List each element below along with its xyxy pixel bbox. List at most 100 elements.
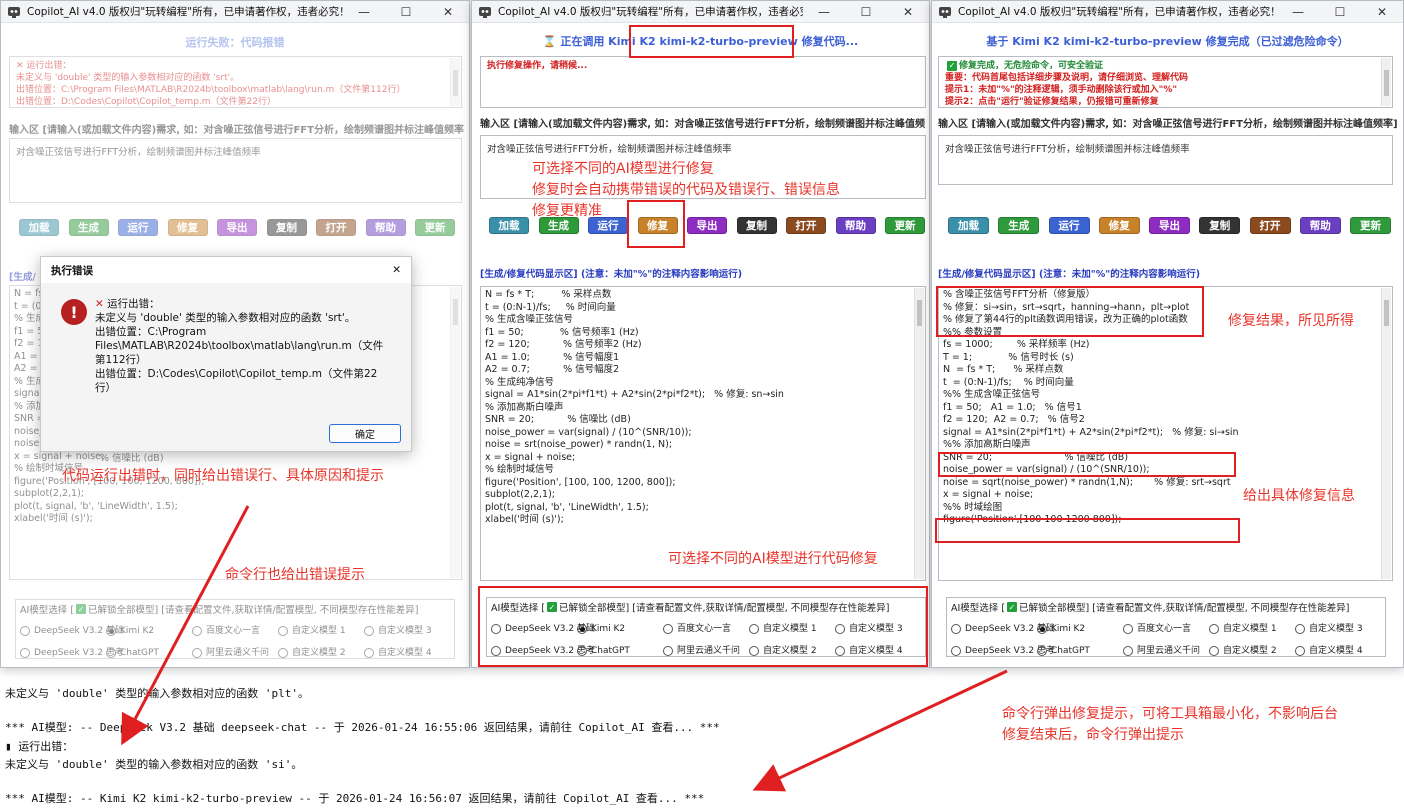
help-button[interactable]: 帮助: [365, 219, 406, 236]
radio-icon[interactable]: [1209, 624, 1219, 634]
scrollbar[interactable]: [914, 288, 924, 579]
radio-icon[interactable]: [364, 626, 374, 636]
generate-button[interactable]: 生成: [68, 219, 109, 236]
model-selector: AI模型选择 [✓ 已解锁全部模型] [请查看配置文件,获取详情/配置模型, 不同…: [15, 599, 455, 659]
model-radio[interactable]: 阿里云通义千问: [1123, 640, 1209, 662]
radio-icon[interactable]: [1209, 646, 1219, 656]
help-button[interactable]: 帮助: [1299, 217, 1341, 234]
update-button[interactable]: 更新: [1350, 217, 1391, 234]
scrollbar[interactable]: [450, 287, 460, 578]
export-button[interactable]: 导出: [687, 217, 727, 234]
maximize-icon[interactable]: ☐: [385, 1, 427, 23]
model-radio[interactable]: 自定义模型 4: [1295, 640, 1381, 662]
model-radio[interactable]: 百度文心一言: [1123, 618, 1209, 640]
error-icon: !: [61, 299, 87, 325]
close-icon[interactable]: ✕: [887, 1, 929, 23]
code-line: N = fs * T; % 采样点数: [485, 289, 612, 300]
code-line: subplot(2,2,1);: [14, 488, 84, 499]
model-radio[interactable]: 自定义模型 3: [364, 620, 450, 642]
load-button[interactable]: 加载: [19, 219, 59, 236]
close-icon[interactable]: ✕: [392, 264, 401, 276]
radio-icon[interactable]: [20, 648, 30, 658]
msg-line: 出错位置：C:\Program Files\MATLAB\R2024b\tool…: [16, 85, 406, 95]
input-field[interactable]: 对含噪正弦信号进行FFT分析，绘制频谱图并标注峰值频率: [938, 135, 1393, 185]
ok-button[interactable]: 确定: [329, 424, 401, 443]
radio-icon[interactable]: [106, 626, 116, 636]
update-button[interactable]: 更新: [885, 217, 925, 234]
open-button[interactable]: 打开: [1249, 217, 1291, 234]
open-button[interactable]: 打开: [786, 217, 826, 234]
radio-icon[interactable]: [192, 626, 202, 636]
update-button[interactable]: 更新: [415, 219, 455, 236]
help-button[interactable]: 帮助: [835, 217, 876, 234]
open-button[interactable]: 打开: [316, 219, 356, 236]
radio-icon[interactable]: [951, 646, 961, 656]
model-radio[interactable]: DeepSeek V3.2 思考: [951, 640, 1055, 662]
highlight-fix-button: [627, 200, 685, 248]
code-label: [生成/修复代码显示区] (注意：未加"%"的注释内容影响运行): [480, 269, 743, 280]
model-radio[interactable]: 自定义模型 3: [1295, 618, 1381, 640]
minimize-icon[interactable]: —: [803, 1, 845, 23]
left-titlebar: Copilot_AI v4.0 版权归"玩转编程"所有，已申请著作权，违者必究！…: [1, 1, 469, 23]
code-line: f2 = 120; % 信号频率2 (Hz): [485, 339, 642, 350]
close-icon[interactable]: ✕: [427, 1, 469, 23]
radio-icon[interactable]: [1123, 624, 1133, 634]
model-radio[interactable]: ChatGPT: [106, 642, 192, 664]
radio-icon[interactable]: [1295, 646, 1305, 656]
code-editor[interactable]: N = fs * T; % 采样点数 t = (0:N-1)/fs; % 时间向量…: [480, 286, 926, 581]
checkmark-icon[interactable]: ✓: [1007, 602, 1018, 612]
copy-button[interactable]: 复制: [736, 217, 777, 234]
model-radio[interactable]: ChatGPT: [1037, 640, 1123, 662]
radio-icon[interactable]: [106, 648, 116, 658]
export-button[interactable]: 导出: [217, 219, 257, 236]
code-line: x = signal + noise;: [485, 451, 576, 463]
model-radio[interactable]: 自定义模型 2: [1209, 640, 1295, 662]
copy-button[interactable]: 复制: [1199, 217, 1241, 234]
model-radio[interactable]: 自定义模型 1: [1209, 618, 1295, 640]
model-radio[interactable]: 自定义模型 4: [364, 642, 450, 664]
model-radio[interactable]: DeepSeek V3.2 基础: [951, 618, 1055, 640]
radio-icon[interactable]: [1123, 646, 1133, 656]
scrollbar[interactable]: [1381, 288, 1391, 579]
terminal-line: 未定义与 'double' 类型的输入参数相对应的函数 'plt'。: [5, 687, 309, 700]
model-radio[interactable]: 自定义模型 1: [278, 620, 364, 642]
radio-icon[interactable]: [1037, 646, 1047, 656]
model-radio[interactable]: 阿里云通义千问: [192, 642, 278, 664]
copy-button[interactable]: 复制: [266, 219, 307, 236]
model-selector-header: AI模型选择 [✓ 已解锁全部模型] [请查看配置文件,获取详情/配置模型, 不同…: [951, 602, 1350, 614]
code-line: % 绘制时域信号: [485, 464, 555, 475]
model-radio[interactable]: 百度文心一言: [192, 620, 278, 642]
generate-button[interactable]: 生成: [998, 217, 1040, 234]
code-line: noise_power = var(signal) / (10^(SNR/10)…: [485, 426, 692, 438]
model-radio[interactable]: DeepSeek V3.2 基础: [20, 620, 124, 642]
model-radio[interactable]: Kimi K2: [1037, 618, 1123, 640]
load-button[interactable]: 加载: [489, 217, 529, 234]
minimize-icon[interactable]: —: [1277, 1, 1319, 23]
run-button[interactable]: 运行: [118, 219, 158, 236]
input-field[interactable]: 对含噪正弦信号进行FFT分析，绘制频谱图并标注峰值频率: [9, 138, 462, 203]
radio-icon[interactable]: [364, 648, 374, 658]
close-icon[interactable]: ✕: [1361, 1, 1403, 23]
radio-icon[interactable]: [1037, 624, 1047, 634]
maximize-icon[interactable]: ☐: [1319, 1, 1361, 23]
model-radio[interactable]: Kimi K2: [106, 620, 192, 642]
radio-icon[interactable]: [192, 648, 202, 658]
minimize-icon[interactable]: —: [343, 1, 385, 23]
run-button[interactable]: 运行: [1048, 217, 1090, 234]
code-line: fs = 1000; % 采样频率 (Hz): [943, 339, 1090, 350]
radio-icon[interactable]: [278, 626, 288, 636]
model-radio[interactable]: 自定义模型 2: [278, 642, 364, 664]
load-button[interactable]: 加载: [948, 217, 989, 234]
checkmark-icon[interactable]: ✓: [76, 604, 87, 614]
fix-button[interactable]: 修复: [167, 219, 208, 236]
msg-line: 执行修复操作，请稍候...: [487, 61, 588, 71]
radio-icon[interactable]: [951, 624, 961, 634]
radio-icon[interactable]: [20, 626, 30, 636]
export-button[interactable]: 导出: [1149, 217, 1190, 234]
radio-icon[interactable]: [278, 648, 288, 658]
fix-button[interactable]: 修复: [1098, 217, 1140, 234]
toolbar: 加载 生成 运行 修复 导出 复制 打开 帮助 更新: [19, 219, 455, 236]
radio-icon[interactable]: [1295, 624, 1305, 634]
model-radio[interactable]: DeepSeek V3.2 思考: [20, 642, 124, 664]
maximize-icon[interactable]: ☐: [845, 1, 887, 23]
